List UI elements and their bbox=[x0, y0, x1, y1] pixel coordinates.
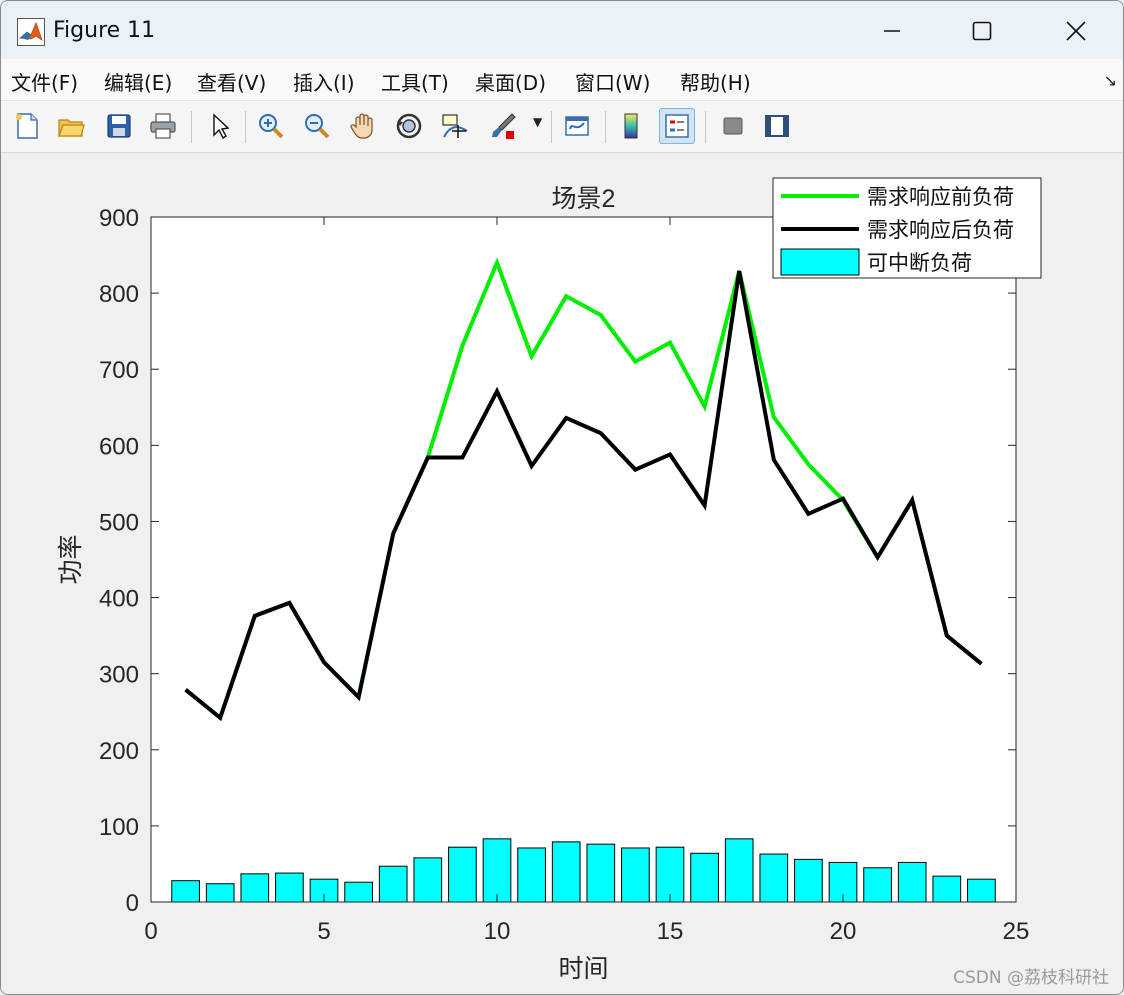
menu-desktop[interactable]: 桌面(D) bbox=[475, 67, 546, 96]
open-file-icon[interactable] bbox=[53, 108, 89, 144]
brush-dropdown-icon[interactable]: ▼ bbox=[533, 115, 542, 129]
bar bbox=[621, 847, 650, 903]
bar bbox=[448, 846, 477, 903]
dock-figure-icon[interactable]: ↘ bbox=[1104, 71, 1117, 90]
toolbar-separator bbox=[191, 111, 192, 143]
select-arrow-icon[interactable] bbox=[201, 108, 237, 144]
window-title: Figure 11 bbox=[53, 18, 156, 43]
print-icon[interactable] bbox=[145, 108, 181, 144]
bar bbox=[759, 853, 789, 903]
close-icon bbox=[1066, 21, 1086, 41]
x-tick-label: 25 bbox=[1003, 918, 1030, 945]
rotate-3d-icon[interactable] bbox=[391, 108, 427, 144]
legend-label: 需求响应后负荷 bbox=[867, 219, 1014, 242]
bar bbox=[586, 843, 616, 903]
y-tick-label: 300 bbox=[99, 662, 139, 689]
menu-tools[interactable]: 工具(T) bbox=[381, 67, 449, 96]
link-plot-icon[interactable] bbox=[559, 108, 595, 144]
y-tick-label: 800 bbox=[99, 281, 139, 308]
bar bbox=[932, 875, 962, 903]
brush-icon[interactable] bbox=[485, 108, 521, 144]
bar bbox=[517, 847, 546, 903]
bar bbox=[275, 872, 304, 903]
bar bbox=[690, 852, 719, 903]
menu-edit[interactable]: 编辑(E) bbox=[104, 67, 172, 96]
y-tick-label: 900 bbox=[99, 205, 139, 232]
bar bbox=[205, 883, 235, 903]
toolbar-separator bbox=[705, 111, 706, 143]
bar bbox=[897, 861, 927, 903]
maximize-icon bbox=[972, 21, 992, 41]
menu-view[interactable]: 查看(V) bbox=[197, 67, 266, 96]
x-tick-label: 0 bbox=[144, 918, 157, 945]
menu-file[interactable]: 文件(F) bbox=[11, 67, 78, 96]
x-tick-label: 15 bbox=[657, 918, 684, 945]
bar bbox=[863, 867, 892, 903]
zoom-in-icon[interactable] bbox=[253, 108, 289, 144]
bar bbox=[482, 838, 512, 903]
chart-svg[interactable]: 0 5 10 15 20 25 0 100 200 300 400 500 600 700 800 900 场景… bbox=[1, 153, 1124, 995]
watermark: CSDN @荔枝科研社 bbox=[953, 968, 1109, 988]
y-tick-label: 600 bbox=[99, 433, 139, 460]
save-icon[interactable] bbox=[101, 108, 137, 144]
close-button[interactable] bbox=[1053, 11, 1099, 51]
menu-bar: 文件(F) 编辑(E) 查看(V) 插入(I) 工具(T) 桌面(D) 窗口(W… bbox=[1, 59, 1123, 101]
y-tick-label: 0 bbox=[126, 890, 139, 917]
y-tick-label: 400 bbox=[99, 586, 139, 613]
figure-window: Figure 11 文件(F) 编辑(E) 查看(V) 插入(I) 工具(T) … bbox=[0, 0, 1124, 995]
bar bbox=[794, 858, 823, 903]
y-axis-label: 功率 bbox=[57, 534, 85, 584]
legend-label: 可中断负荷 bbox=[867, 252, 972, 275]
x-tick-label: 10 bbox=[484, 918, 511, 945]
legend-icon[interactable] bbox=[659, 108, 695, 144]
legend-bar-swatch bbox=[780, 248, 860, 276]
figure-canvas: 0 5 10 15 20 25 0 100 200 300 400 500 600 700 800 900 场景… bbox=[1, 153, 1124, 995]
y-tick-label: 100 bbox=[99, 814, 139, 841]
toolbar-separator bbox=[605, 111, 606, 143]
title-bar[interactable]: Figure 11 bbox=[1, 1, 1123, 59]
data-cursor-icon[interactable] bbox=[437, 108, 473, 144]
hide-plot-tools-icon[interactable] bbox=[715, 108, 751, 144]
new-figure-icon[interactable] bbox=[9, 108, 45, 144]
toolbar-separator bbox=[551, 111, 552, 143]
menu-insert[interactable]: 插入(I) bbox=[293, 67, 355, 96]
bar bbox=[724, 838, 754, 903]
zoom-out-icon[interactable] bbox=[299, 108, 335, 144]
y-tick-label: 700 bbox=[99, 357, 139, 384]
bar bbox=[240, 873, 270, 903]
x-tick-label: 20 bbox=[830, 918, 857, 945]
show-plot-tools-icon[interactable] bbox=[759, 108, 795, 144]
y-tick-label: 500 bbox=[99, 509, 139, 536]
bar bbox=[171, 880, 200, 903]
y-tick-label: 200 bbox=[99, 738, 139, 765]
menu-help[interactable]: 帮助(H) bbox=[680, 67, 751, 96]
x-tick-label: 5 bbox=[317, 918, 330, 945]
matlab-logo-icon bbox=[17, 18, 45, 46]
bar bbox=[967, 878, 996, 903]
bar bbox=[655, 846, 685, 903]
bar bbox=[413, 857, 443, 903]
pan-hand-icon[interactable] bbox=[345, 108, 381, 144]
plot-area bbox=[151, 217, 1016, 902]
maximize-button[interactable] bbox=[959, 11, 1005, 51]
x-axis-label: 时间 bbox=[558, 955, 608, 983]
figure-toolbar: ▼ bbox=[1, 101, 1123, 153]
minimize-button[interactable] bbox=[869, 11, 915, 51]
bar bbox=[551, 841, 581, 903]
legend-label: 需求响应前负荷 bbox=[867, 186, 1014, 209]
colorbar-icon[interactable] bbox=[613, 108, 649, 144]
chart-title: 场景2 bbox=[552, 185, 616, 213]
bar bbox=[344, 881, 373, 903]
menu-window[interactable]: 窗口(W) bbox=[575, 67, 650, 96]
minimize-icon bbox=[884, 30, 900, 32]
bar bbox=[378, 865, 408, 903]
toolbar-separator bbox=[245, 111, 246, 143]
